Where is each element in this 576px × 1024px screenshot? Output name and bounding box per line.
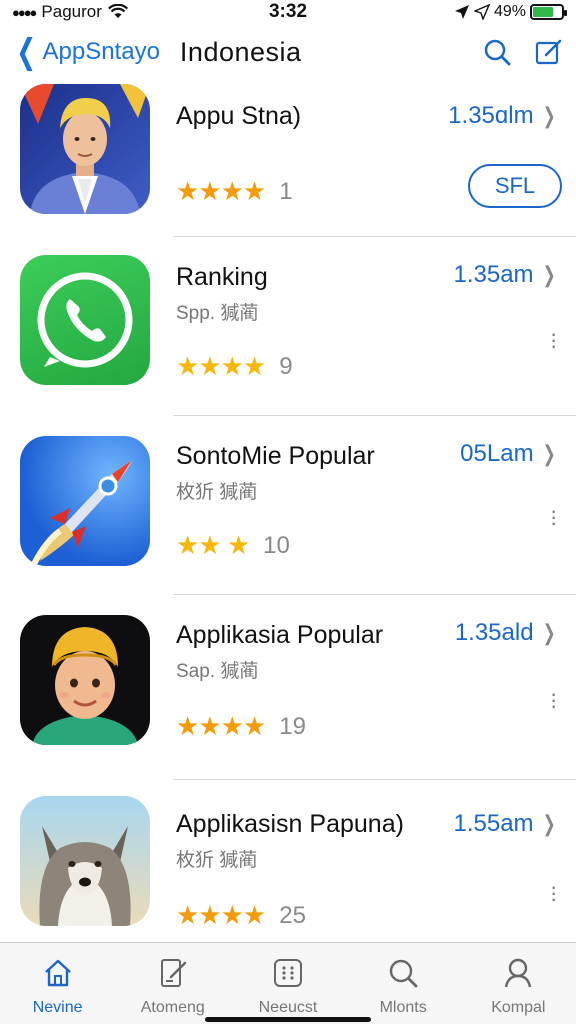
rating: ★★★★ 1 <box>176 176 293 207</box>
rating-count: 10 <box>263 531 290 559</box>
app-icon-child <box>20 615 150 745</box>
page-title: Indonesia <box>179 36 302 67</box>
location-arrow-icon <box>454 5 469 19</box>
time-label: 1.55am <box>453 810 534 837</box>
status-right: 49% <box>454 3 567 21</box>
star-rating: ★★★★ <box>176 351 266 381</box>
battery-percent: 49% <box>493 3 526 20</box>
app-icon-phone <box>20 255 150 385</box>
star-rating: ★★★★ <box>176 176 266 206</box>
more-options-icon[interactable]: · · · <box>550 500 557 534</box>
more-options-icon[interactable]: · · · <box>550 683 557 717</box>
chevron-left-icon: ❮ <box>16 33 37 71</box>
list-item[interactable]: Appu Stna) ★★★★ 1 1.35ɑlm ❯ SFL <box>0 78 576 236</box>
tab-grid[interactable]: Neeucst <box>230 955 345 1017</box>
star-rating: ★★★★ <box>176 900 266 930</box>
app-time: 1.35am ❯ <box>454 261 559 289</box>
status-left: ●●●● Paguror <box>12 2 128 22</box>
list-item[interactable]: SontoMie Popular 枚㹞 㺂蔺 ★★ ★ 10 05Lam ❯ ·… <box>0 416 576 594</box>
app-subtitle: 枚㹞 㺂蔺 <box>176 482 258 503</box>
tab-label: Neeucst <box>258 999 318 1016</box>
rating: ★★ ★ 10 <box>176 530 290 561</box>
home-indicator <box>205 1017 371 1022</box>
app-time: 1.55am ❯ <box>454 810 559 838</box>
rating-count: 9 <box>279 352 293 380</box>
chevron-right-icon: ❯ <box>542 103 556 128</box>
time-label: 1.35am <box>453 261 534 288</box>
search-icon <box>385 955 421 991</box>
time-label: 1.35ald <box>454 619 534 646</box>
nav-actions <box>482 37 564 67</box>
tab-label: Nevine <box>32 999 83 1016</box>
chevron-right-icon: ❯ <box>542 262 556 287</box>
more-options-icon[interactable]: · · · <box>550 876 557 910</box>
rating-count: 19 <box>279 712 306 740</box>
tab-label: Atomeng <box>140 999 205 1016</box>
app-time: 1.35ald ❯ <box>455 619 558 647</box>
star-rating: ★★★★ <box>176 711 266 741</box>
list-item[interactable]: Ranking Spp. 㺂蔺 ★★★★ 9 1.35am ❯ · · · <box>0 237 576 415</box>
more-options-icon[interactable]: · · · <box>550 323 557 357</box>
list-item[interactable]: Applikasia Popular Sap. 㺂蔺 ★★★★ 19 1.35a… <box>0 595 576 779</box>
battery-icon <box>530 4 567 20</box>
app-icon-portrait <box>20 84 150 214</box>
chevron-right-icon: ❯ <box>542 441 556 466</box>
time-label: 05Lam <box>460 440 534 467</box>
tab-label: Kompal <box>491 999 546 1016</box>
app-icon-wolf <box>20 796 150 926</box>
tab-search[interactable]: Mlonts <box>346 955 461 1017</box>
app-subtitle: 枚㹞 㺂蔺 <box>176 850 258 871</box>
person-icon <box>500 955 536 991</box>
back-label: AppSntayo <box>42 38 160 65</box>
chevron-right-icon: ❯ <box>542 620 556 645</box>
tab-edit[interactable]: Atomeng <box>115 955 230 1017</box>
list-item[interactable]: Applikasisn Papuna) 枚㹞 㺂蔺 ★★★★ 25 1.55am… <box>0 780 576 940</box>
get-button[interactable]: SFL <box>468 164 562 208</box>
search-icon <box>484 39 511 66</box>
rating-count: 25 <box>279 901 306 929</box>
signal-icon: ●●●● <box>12 4 37 20</box>
search-button[interactable] <box>482 37 512 67</box>
star-rating: ★★ ★ <box>176 530 250 560</box>
status-bar: ●●●● Paguror 3:32 49% <box>0 0 576 24</box>
rating: ★★★★ 9 <box>176 351 293 382</box>
app-list: Appu Stna) ★★★★ 1 1.35ɑlm ❯ SFL Ranking … <box>0 78 576 940</box>
time-label: 1.35ɑlm <box>448 102 534 129</box>
wifi-icon <box>107 4 128 18</box>
app-subtitle: Sap. 㺂蔺 <box>176 661 259 682</box>
app-subtitle: Spp. 㺂蔺 <box>176 303 259 324</box>
tab-label: Mlonts <box>379 999 427 1016</box>
rating: ★★★★ 19 <box>176 711 306 742</box>
home-icon <box>40 955 76 991</box>
app-time: 05Lam ❯ <box>460 440 558 468</box>
carrier-label: Paguror <box>41 2 102 21</box>
edit-icon <box>155 955 191 991</box>
chevron-right-icon: ❯ <box>542 811 556 836</box>
back-button[interactable]: ❮ AppSntayo <box>12 35 160 69</box>
tab-profile[interactable]: Kompal <box>461 955 576 1017</box>
grid-icon <box>270 955 306 991</box>
rating-count: 1 <box>279 177 293 205</box>
rating: ★★★★ 25 <box>176 900 306 931</box>
navigation-bar: ❮ AppSntayo Indonesia <box>0 28 576 76</box>
compose-button[interactable] <box>534 37 564 67</box>
tab-home[interactable]: Nevine <box>0 955 115 1017</box>
app-icon-rocket <box>20 436 150 566</box>
location-outline-icon <box>473 4 490 20</box>
app-time: 1.35ɑlm ❯ <box>448 102 558 130</box>
tab-bar: Nevine Atomeng Neeucst Mlonts Kompal <box>0 942 576 1024</box>
compose-icon <box>535 39 562 65</box>
